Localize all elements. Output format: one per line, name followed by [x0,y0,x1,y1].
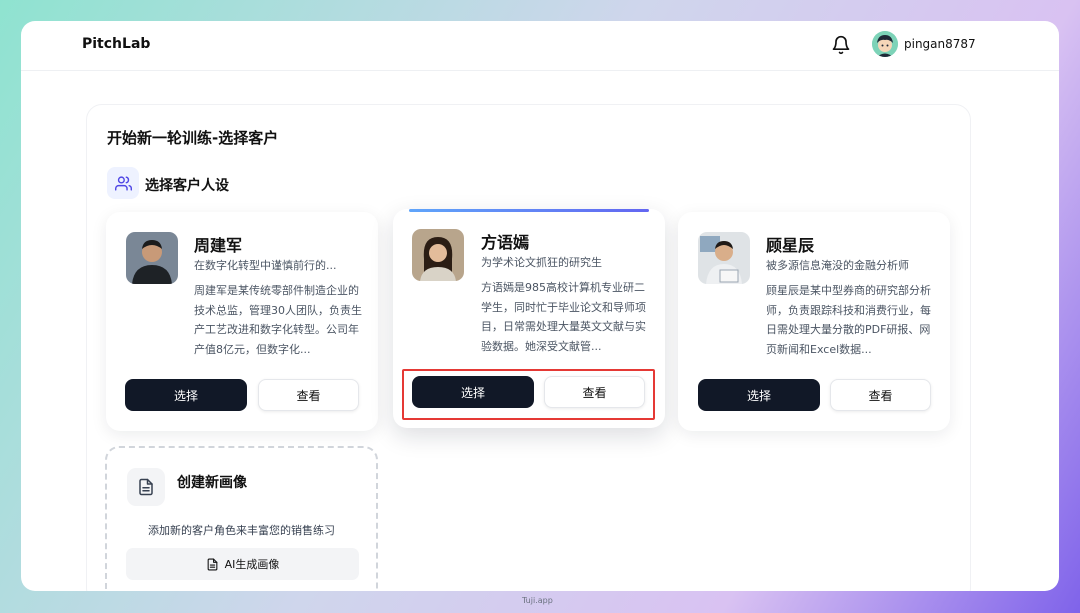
create-description: 添加新的客户角色来丰富您的销售练习 [148,524,335,537]
persona-tagline: 被多源信息淹没的金融分析师 [766,259,909,272]
create-title: 创建新画像 [177,475,247,491]
persona-tagline: 为学术论文抓狂的研究生 [481,256,602,269]
user-avatar[interactable] [872,31,898,57]
create-persona-card[interactable]: 创建新画像 添加新的客户角色来丰富您的销售练习 AI生成画像 [105,446,378,591]
persona-description: 顾星辰是某中型券商的研究部分析师，负责跟踪科技和消费行业，每日需处理大量分散的P… [766,284,931,356]
page-title: 开始新一轮训练-选择客户 [107,129,279,147]
persona-tagline: 在数字化转型中谨慎前行的... [194,259,337,272]
ai-generate-label: AI生成画像 [224,558,280,571]
view-button[interactable]: 查看 [258,379,359,411]
ai-generate-button[interactable]: AI生成画像 [126,548,359,580]
persona-photo [698,232,750,284]
persona-name: 顾星辰 [766,236,815,255]
selection-highlight-box [402,369,655,420]
select-button[interactable]: 选择 [125,379,247,411]
persona-card-gu[interactable]: 顾星辰 被多源信息淹没的金融分析师 顾星辰是某中型券商的研究部分析师，负责跟踪科… [678,212,950,431]
view-button[interactable]: 查看 [830,379,931,411]
document-icon [127,468,165,506]
app-window: PitchLab pingan8787 开始新一轮训练-选择客户 选择客户人设 … [21,21,1059,591]
section-title: 选择客户人设 [145,178,229,194]
select-button[interactable]: 选择 [698,379,820,411]
persona-description: 方语嫣是985高校计算机专业研二学生，同时忙于毕业论文和导师项目，日常需处理大量… [481,281,646,353]
app-logo[interactable]: PitchLab [82,36,150,52]
persona-name: 周建军 [194,236,243,255]
persona-name: 方语嫣 [481,233,530,252]
document-icon [207,558,217,570]
watermark: Tuji.app [522,596,553,605]
persona-photo [126,232,178,284]
persona-photo [412,229,464,281]
users-icon [107,167,139,199]
bell-icon[interactable] [831,35,851,55]
username-label[interactable]: pingan8787 [904,37,976,51]
top-bar: PitchLab pingan8787 [21,21,1059,71]
persona-description: 周建军是某传统零部件制造企业的技术总监，管理30人团队，负责生产工艺改进和数字化… [194,284,362,356]
persona-card-zhou[interactable]: 周建军 在数字化转型中谨慎前行的... 周建军是某传统零部件制造企业的技术总监，… [106,212,378,431]
active-indicator [409,209,649,212]
